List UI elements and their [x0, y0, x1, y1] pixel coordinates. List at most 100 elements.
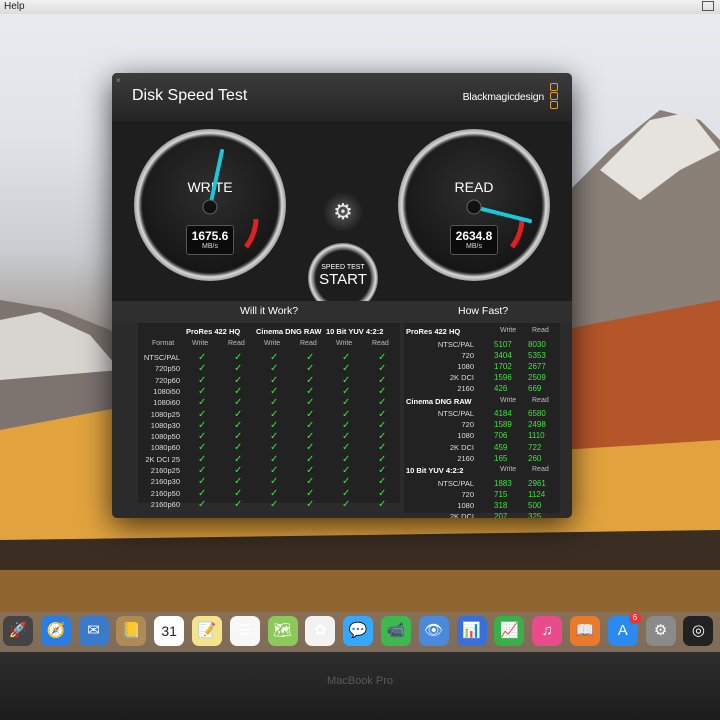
- wiw-check-icon: ✓: [306, 476, 315, 488]
- contacts-icon[interactable]: 📒: [116, 616, 147, 646]
- hf-row-label: NTSC/PAL: [437, 478, 474, 488]
- settings-icon[interactable]: ⚙: [645, 616, 676, 646]
- menu-help[interactable]: Help: [4, 1, 25, 12]
- write-gauge: WRITE 1675.6 MB/s: [134, 129, 286, 281]
- notes-icon[interactable]: 📝: [192, 616, 222, 646]
- mail-icon[interactable]: ✉: [78, 616, 109, 646]
- airplay-icon[interactable]: [702, 1, 714, 11]
- wiw-check-icon: ✓: [306, 363, 315, 375]
- wiw-check-icon: ✓: [378, 476, 387, 488]
- wiw-check-icon: ✓: [378, 442, 387, 454]
- wiw-check-icon: ✓: [270, 465, 279, 476]
- wiw-format-row-label: 1080p60: [150, 443, 180, 453]
- appstore-icon[interactable]: A6: [607, 612, 641, 646]
- hf-write-header: Write: [500, 327, 517, 334]
- hf-read-value: 722: [528, 442, 542, 452]
- wiw-check-icon: ✓: [306, 487, 315, 499]
- hf-write-header: Write: [500, 396, 517, 404]
- wiw-check-icon: ✓: [306, 442, 315, 454]
- wiw-check-icon: ✓: [270, 419, 279, 431]
- hf-read-value: 2498: [528, 420, 546, 430]
- rocket-icon[interactable]: 🚀: [3, 616, 33, 646]
- wiw-check-icon: ✓: [378, 352, 387, 363]
- wiw-check-icon: ✓: [270, 408, 279, 420]
- hf-write-value: 165: [494, 453, 508, 463]
- itunes-icon[interactable]: ♫: [532, 616, 563, 646]
- wiw-format-row-label: 2160p60: [150, 499, 180, 509]
- wiw-check-icon: ✓: [234, 442, 243, 454]
- wiw-check-icon: ✓: [234, 419, 243, 431]
- keynote-icon[interactable]: 📊: [456, 616, 487, 646]
- wiw-check-icon: ✓: [378, 374, 387, 386]
- wiw-format-row-label: 720p50: [154, 364, 180, 374]
- wiw-col-header: Read: [228, 340, 245, 347]
- wiw-check-icon: ✓: [234, 408, 243, 420]
- wiw-format-row-label: 2160p50: [150, 488, 180, 498]
- maps-icon[interactable]: 🗺: [267, 616, 298, 646]
- hf-row-label: 2K DCI: [449, 442, 474, 452]
- hf-read-value: 2961: [528, 478, 546, 488]
- brand-logo-text: Blackmagicdesign: [462, 91, 545, 103]
- wiw-check-icon: ✓: [234, 385, 243, 397]
- wiw-check-icon: ✓: [306, 352, 315, 363]
- hf-read-value: 500: [528, 500, 542, 510]
- safari-icon[interactable]: 🧭: [40, 616, 71, 646]
- wiw-check-icon: ✓: [198, 453, 207, 465]
- wiw-format-row-label: 1080p30: [150, 420, 180, 430]
- preview-icon[interactable]: 👁: [418, 616, 449, 646]
- calendar-day: 31: [161, 623, 177, 639]
- dock: 🚀 🧭 ✉ 📒 31 📝 ☰ 🗺 ✿ 💬 📹 👁 📊 📈 ♫ 📖 A 6 ⚙ ◎: [0, 612, 720, 652]
- wiw-check-icon: ✓: [270, 431, 279, 443]
- hf-read-value: 1110: [528, 431, 545, 441]
- reminders-icon[interactable]: ☰: [229, 616, 260, 646]
- wiw-col-header: Write: [336, 340, 353, 347]
- hf-read-value: 669: [528, 384, 542, 394]
- wiw-check-icon: ✓: [270, 476, 279, 488]
- wiw-format-row-label: 1080p25: [150, 409, 180, 419]
- wiw-check-icon: ✓: [342, 385, 351, 397]
- messages-icon[interactable]: 💬: [343, 616, 374, 646]
- wiw-check-icon: ✓: [198, 363, 207, 375]
- wiw-group-header: 10 Bit YUV 4:2:2: [326, 327, 384, 336]
- close-icon[interactable]: ×: [116, 76, 121, 85]
- wiw-format-row-label: 1080i60: [153, 398, 180, 408]
- wiw-check-icon: ✓: [378, 397, 387, 409]
- wiw-check-icon: ✓: [378, 419, 387, 431]
- read-needle: [472, 205, 532, 223]
- settings-gear-icon[interactable]: ⚙: [324, 193, 362, 231]
- will-it-work-table: ProRes 422 HQ Cinema DNG RAW 10 Bit YUV 4:…: [138, 323, 400, 509]
- hf-row-label: NTSC/PAL: [437, 339, 474, 349]
- photos-icon[interactable]: ✿: [305, 616, 336, 646]
- wiw-check-icon: ✓: [306, 498, 315, 510]
- wiw-format-row-label: 1080i50: [153, 386, 180, 396]
- ibooks-icon[interactable]: 📖: [570, 616, 600, 646]
- wiw-check-icon: ✓: [270, 374, 279, 386]
- wiw-col-header: Read: [300, 340, 317, 347]
- facetime-icon[interactable]: 📹: [381, 616, 411, 646]
- wiw-check-icon: ✓: [234, 363, 243, 375]
- hf-write-value: 715: [494, 489, 508, 499]
- blackmagic-icon[interactable]: ◎: [683, 616, 714, 646]
- wiw-check-icon: ✓: [198, 385, 207, 397]
- title-bar[interactable]: × Disk Speed Test Blackmagicdesign: [112, 73, 572, 121]
- calendar-icon[interactable]: 31: [154, 616, 185, 646]
- hf-write-value: 5107: [494, 339, 512, 349]
- wiw-check-icon: ✓: [198, 408, 207, 420]
- start-button-sublabel: SPEED TEST: [321, 264, 365, 271]
- wiw-check-icon: ✓: [342, 363, 351, 375]
- hf-row-label: 1080: [457, 431, 474, 441]
- wiw-check-icon: ✓: [378, 487, 387, 499]
- wiw-group-header: Cinema DNG RAW: [256, 327, 322, 336]
- wiw-check-icon: ✓: [234, 476, 243, 488]
- wiw-check-icon: ✓: [270, 498, 279, 510]
- wiw-format-row-label: 1080p50: [150, 432, 180, 442]
- hf-read-value: 325: [528, 512, 542, 518]
- wiw-check-icon: ✓: [234, 498, 243, 510]
- hf-write-value: 426: [494, 384, 508, 394]
- wiw-check-icon: ✓: [306, 408, 315, 420]
- hf-row-label: 1080: [457, 361, 474, 371]
- numbers-icon[interactable]: 📈: [494, 616, 525, 646]
- wiw-check-icon: ✓: [342, 498, 351, 510]
- hf-write-value: 1589: [494, 420, 512, 430]
- hf-read-value: 1124: [528, 489, 546, 499]
